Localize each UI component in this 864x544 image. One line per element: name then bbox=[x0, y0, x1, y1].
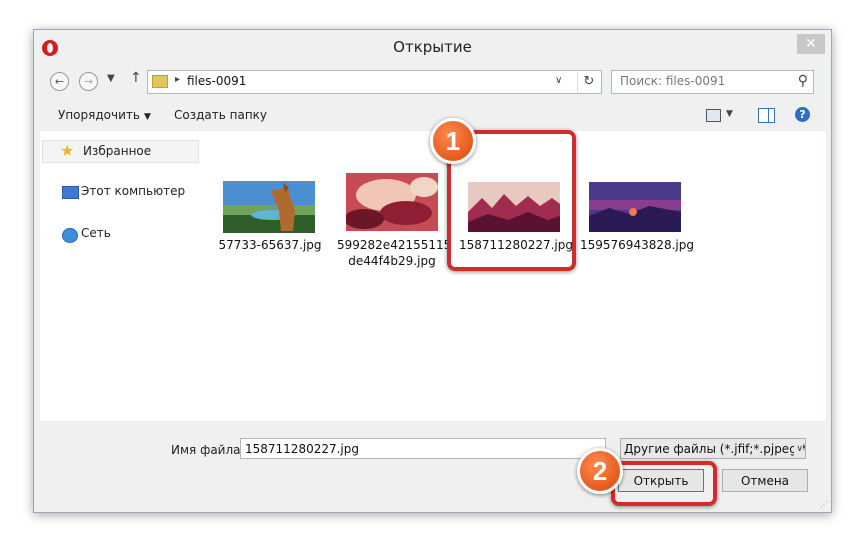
network-icon bbox=[62, 228, 78, 243]
refresh-button[interactable]: ↻ bbox=[577, 72, 600, 92]
file-item[interactable]: 57733-65637.jpg bbox=[215, 171, 325, 271]
folder-icon bbox=[152, 75, 168, 88]
filename-input[interactable]: 158711280227.jpg bbox=[240, 438, 606, 459]
new-folder-button[interactable]: Создать папку bbox=[174, 108, 267, 122]
computer-icon bbox=[62, 186, 79, 199]
recent-locations-dropdown[interactable]: ▼ bbox=[107, 73, 115, 84]
file-name-line2: de44f4b29.jpg bbox=[348, 254, 436, 268]
file-name: 57733-65637.jpg bbox=[218, 238, 322, 252]
highlight-frame-open-button bbox=[611, 461, 717, 506]
step-badge-2: 2 bbox=[577, 448, 623, 494]
command-bar: Упорядочить ▼ Создать папку ▼ ? bbox=[34, 99, 831, 131]
search-icon[interactable]: ⚲ bbox=[798, 73, 808, 89]
file-thumbnail bbox=[346, 173, 438, 231]
breadcrumb-separator-icon: ▸ bbox=[175, 74, 181, 85]
organize-label: Упорядочить bbox=[58, 108, 140, 122]
resize-grip-icon[interactable]: ⋰ bbox=[820, 500, 828, 509]
open-file-dialog: Открытие ✕ ← → ▼ ↑ ▸ files-0091 ∨ ↻ Поис… bbox=[33, 29, 832, 513]
file-thumbnail bbox=[223, 181, 315, 233]
file-name: 599282e42155115 bbox=[337, 238, 452, 252]
address-bar[interactable]: ▸ files-0091 ∨ ↻ bbox=[147, 70, 602, 94]
navigation-pane: ★ Избранное Этот компьютер Сеть bbox=[40, 131, 200, 421]
back-button[interactable]: ← bbox=[50, 72, 69, 91]
file-name: 159576943828.jpg bbox=[580, 238, 694, 252]
cancel-button[interactable]: Отмена bbox=[722, 469, 808, 492]
address-dropdown-icon[interactable]: ∨ bbox=[555, 75, 562, 86]
breadcrumb-current-folder[interactable]: files-0091 bbox=[187, 74, 246, 88]
preview-pane-icon[interactable] bbox=[758, 108, 775, 123]
dialog-title: Открытие bbox=[393, 38, 472, 56]
search-box[interactable]: Поиск: files-0091 ⚲ bbox=[611, 70, 814, 94]
file-thumbnail bbox=[589, 182, 681, 232]
file-item[interactable]: 599282e42155115 de44f4b29.jpg bbox=[337, 165, 452, 275]
chevron-down-icon: ▼ bbox=[143, 112, 151, 122]
sidebar-item-network[interactable]: Сеть bbox=[81, 226, 111, 240]
change-view-icon[interactable] bbox=[706, 109, 721, 122]
forward-button[interactable]: → bbox=[79, 72, 98, 91]
organize-menu-button[interactable]: Упорядочить ▼ bbox=[58, 108, 151, 122]
search-input[interactable]: Поиск: files-0091 bbox=[620, 74, 725, 88]
file-item[interactable]: 159576943828.jpg bbox=[580, 171, 694, 271]
sidebar-item-this-pc[interactable]: Этот компьютер bbox=[81, 184, 185, 198]
close-button[interactable]: ✕ bbox=[797, 34, 825, 54]
help-icon[interactable]: ? bbox=[795, 107, 810, 122]
title-bar: Открытие ✕ bbox=[34, 30, 831, 65]
chevron-down-icon: ∨ bbox=[794, 439, 803, 458]
view-options-dropdown[interactable]: ▼ bbox=[726, 109, 733, 119]
up-button[interactable]: ↑ bbox=[130, 70, 142, 86]
navigation-bar: ← → ▼ ↑ ▸ files-0091 ∨ ↻ Поиск: files-00… bbox=[34, 65, 831, 99]
step-badge-1: 1 bbox=[430, 118, 476, 164]
file-type-select[interactable]: Другие файлы (*.jfif;*.pjpeg;*.j ∨ bbox=[620, 438, 806, 459]
sidebar-item-label: Избранное bbox=[83, 144, 152, 158]
file-type-value: Другие файлы (*.jfif;*.pjpeg;*.j bbox=[624, 442, 806, 456]
star-icon: ★ bbox=[60, 141, 75, 160]
filename-label: Имя файла: bbox=[171, 443, 245, 457]
sidebar-item-favorites[interactable]: ★ Избранное bbox=[42, 140, 199, 163]
page: Открытие ✕ ← → ▼ ↑ ▸ files-0091 ∨ ↻ Поис… bbox=[0, 0, 864, 544]
